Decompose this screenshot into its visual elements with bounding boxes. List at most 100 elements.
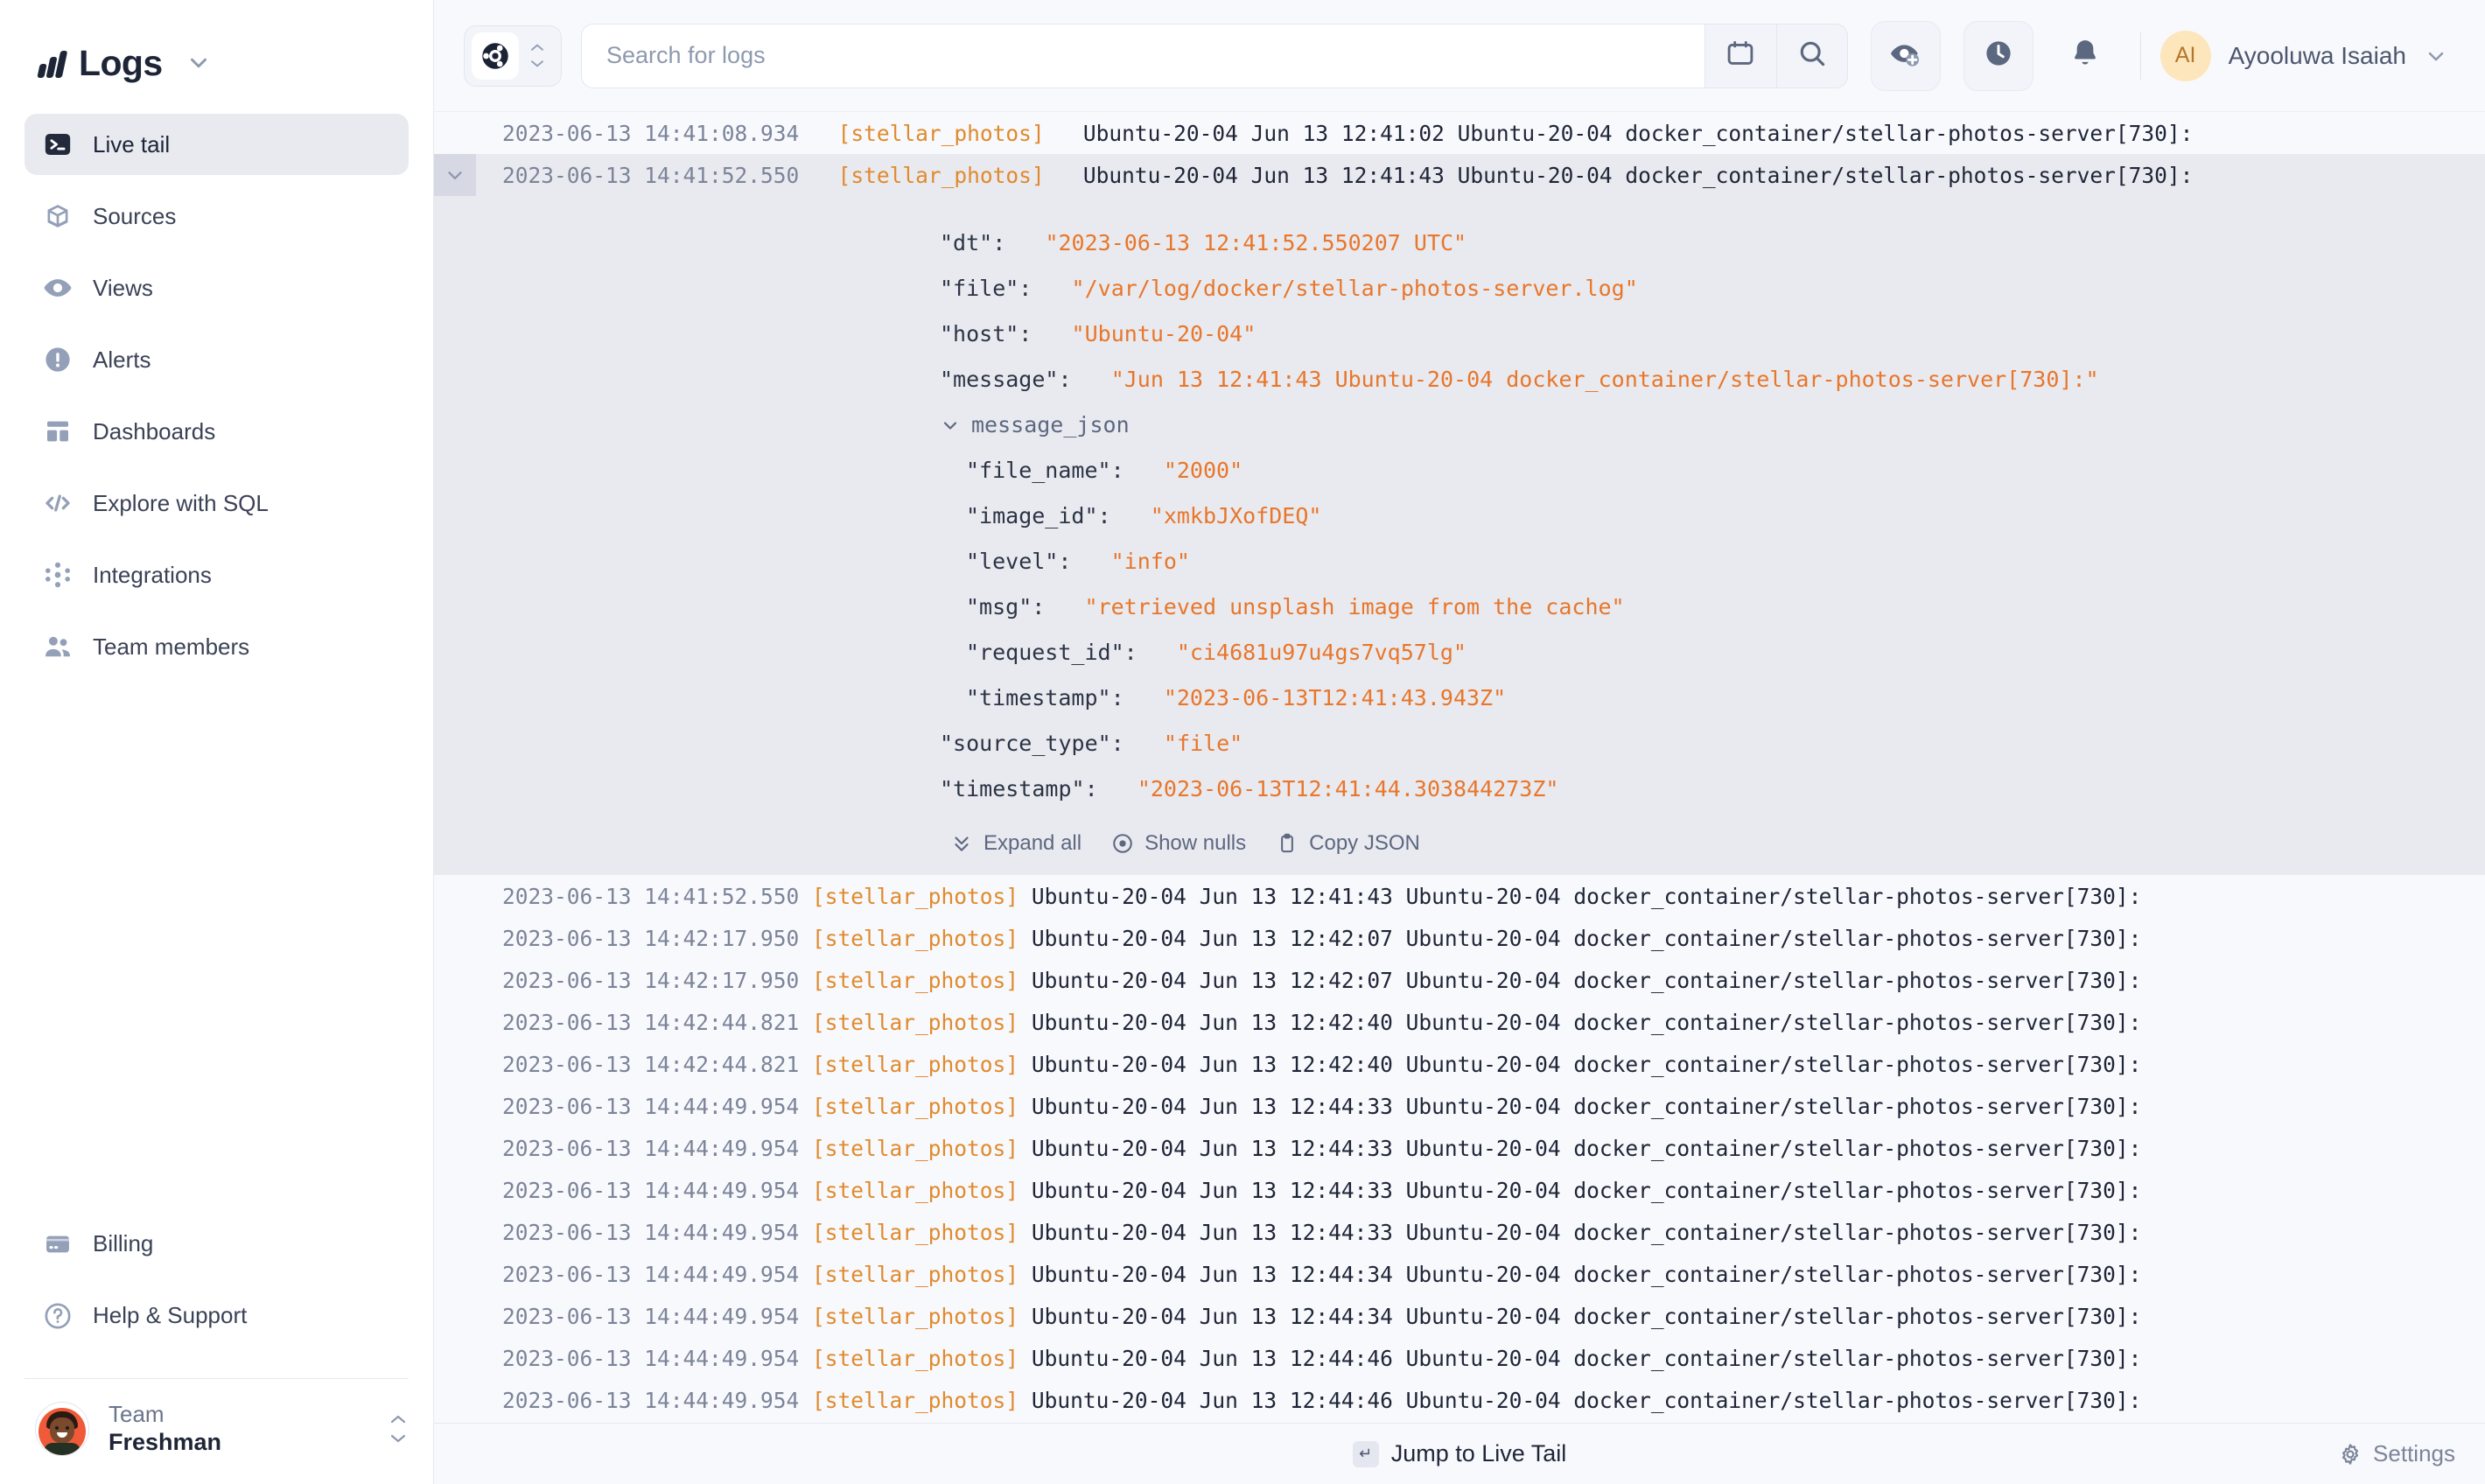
log-row[interactable]: 2023-06-13 14:42:44.821 [stellar_photos]… xyxy=(434,1001,2485,1043)
log-message: Ubuntu-20-04 Jun 13 12:42:07 Ubuntu-20-0… xyxy=(1032,968,2142,993)
log-row[interactable]: 2023-06-13 14:44:49.954 [stellar_photos]… xyxy=(434,1253,2485,1295)
eye-icon xyxy=(42,272,74,304)
user-menu[interactable]: AI Ayooluwa Isaiah xyxy=(2160,31,2455,81)
log-source: [stellar_photos] xyxy=(812,1304,1018,1329)
field-key: "level": xyxy=(966,549,1071,574)
users-icon xyxy=(42,631,74,662)
sidebar-item-sources[interactable]: Sources xyxy=(24,186,409,247)
chevron-up-down-icon[interactable] xyxy=(524,43,550,68)
log-message: Ubuntu-20-04 Jun 13 12:41:02 Ubuntu-20-0… xyxy=(1083,121,2194,146)
log-row[interactable]: 2023-06-13 14:44:49.954 [stellar_photos]… xyxy=(434,1127,2485,1169)
team-switcher[interactable]: Team Freshman xyxy=(0,1379,433,1484)
sidebar-item-label: Billing xyxy=(93,1230,153,1257)
notifications-button[interactable] xyxy=(2053,24,2118,88)
field-key: "source_type": xyxy=(940,731,1124,756)
field-key: "file": xyxy=(940,276,1032,301)
search-input[interactable] xyxy=(606,42,1680,69)
chevron-down-icon[interactable] xyxy=(2424,44,2448,68)
sidebar-item-label: Explore with SQL xyxy=(93,490,269,517)
log-message: Ubuntu-20-04 Jun 13 12:42:07 Ubuntu-20-0… xyxy=(1032,926,2142,951)
chevron-up-down-icon[interactable] xyxy=(388,1414,409,1444)
log-source: [stellar_photos] xyxy=(812,968,1018,993)
log-timestamp: 2023-06-13 14:44:49.954 xyxy=(502,1262,799,1287)
message-json-toggle[interactable]: message_json xyxy=(434,402,2485,448)
sidebar-item-live-tail[interactable]: Live tail xyxy=(24,114,409,175)
log-source: [stellar_photos] xyxy=(812,1010,1018,1035)
expanded-row-header[interactable]: 2023-06-13 14:41:52.550 [stellar_photos]… xyxy=(434,154,2485,196)
field-key: "image_id": xyxy=(966,503,1111,528)
enter-key-icon: ↵ xyxy=(1353,1441,1379,1467)
log-field: "dt": "2023-06-13 12:41:52.550207 UTC" xyxy=(434,220,2485,266)
user-name: Ayooluwa Isaiah xyxy=(2229,42,2406,70)
log-row[interactable]: 2023-06-13 14:42:17.950 [stellar_photos]… xyxy=(434,917,2485,959)
chevron-down-icon[interactable] xyxy=(434,154,476,196)
sidebar-item-help-support[interactable]: Help & Support xyxy=(24,1285,409,1347)
question-circle-icon xyxy=(42,1300,74,1332)
search-button[interactable] xyxy=(1776,24,1848,88)
sidebar-item-label: Sources xyxy=(93,203,176,230)
log-list[interactable]: 2023-06-13 14:41:08.934 [stellar_photos]… xyxy=(434,112,2485,1423)
log-timestamp: 2023-06-13 14:42:44.821 xyxy=(502,1052,799,1077)
source-selector[interactable] xyxy=(464,25,562,87)
log-row[interactable]: 2023-06-13 14:42:17.950 [stellar_photos]… xyxy=(434,959,2485,1001)
sidebar-item-dashboards[interactable]: Dashboards xyxy=(24,401,409,462)
field-key: "dt": xyxy=(940,230,1005,256)
copy-json-button[interactable]: Copy JSON xyxy=(1276,831,1420,856)
log-timestamp: 2023-06-13 14:41:52.550 xyxy=(502,884,799,909)
log-source: [stellar_photos] xyxy=(812,1052,1018,1077)
sidebar-item-views[interactable]: Views xyxy=(24,257,409,318)
log-row[interactable]: 2023-06-13 14:44:49.954 [stellar_photos]… xyxy=(434,1085,2485,1127)
sidebar-item-explore-with-sql[interactable]: Explore with SQL xyxy=(24,472,409,534)
sidebar-item-integrations[interactable]: Integrations xyxy=(24,544,409,606)
search-area xyxy=(581,24,1848,88)
log-field: "timestamp": "2023-06-13T12:41:43.943Z" xyxy=(434,676,2485,721)
sidebar-item-team-members[interactable]: Team members xyxy=(24,616,409,677)
action-label: Expand all xyxy=(984,831,1082,856)
topbar: AI Ayooluwa Isaiah xyxy=(434,0,2485,112)
settings-button[interactable]: Settings xyxy=(2338,1440,2455,1467)
code-icon xyxy=(42,487,74,519)
log-source: [stellar_photos] xyxy=(812,1094,1018,1119)
log-timestamp: 2023-06-13 14:44:49.954 xyxy=(502,1220,799,1245)
field-value: "info" xyxy=(1111,549,1190,574)
log-timestamp: 2023-06-13 14:42:17.950 xyxy=(502,968,799,993)
log-row-expanded[interactable]: 2023-06-13 14:41:52.550 [stellar_photos]… xyxy=(434,154,2485,875)
show-nulls-button[interactable]: Show nulls xyxy=(1111,831,1246,856)
log-row[interactable]: 2023-06-13 14:44:49.954 [stellar_photos]… xyxy=(434,1379,2485,1421)
calendar-icon xyxy=(1725,38,1756,74)
add-view-button[interactable] xyxy=(1871,21,1941,91)
chevron-down-icon[interactable] xyxy=(186,50,212,76)
log-row[interactable]: 2023-06-13 14:42:44.821 [stellar_photos]… xyxy=(434,1043,2485,1085)
log-row[interactable]: 2023-06-13 14:44:49.954 [stellar_photos]… xyxy=(434,1295,2485,1337)
log-field: "source_type": "file" xyxy=(434,721,2485,766)
calendar-button[interactable] xyxy=(1704,24,1776,88)
log-row[interactable]: 2023-06-13 14:41:52.550 [stellar_photos]… xyxy=(434,875,2485,917)
field-key: "timestamp": xyxy=(966,685,1124,710)
gear-icon xyxy=(2338,1442,2362,1466)
log-field: "timestamp": "2023-06-13T12:41:44.303844… xyxy=(434,766,2485,812)
log-message: Ubuntu-20-04 Jun 13 12:44:34 Ubuntu-20-0… xyxy=(1032,1262,2142,1287)
history-button[interactable] xyxy=(1964,21,2034,91)
sidebar-item-alerts[interactable]: Alerts xyxy=(24,329,409,390)
log-source: [stellar_photos] xyxy=(812,1220,1018,1245)
sidebar-item-label: Alerts xyxy=(93,346,150,374)
terminal-icon xyxy=(42,129,74,160)
sidebar-item-billing[interactable]: Billing xyxy=(24,1214,409,1275)
jump-to-live-tail-button[interactable]: ↵ Jump to Live Tail xyxy=(1353,1440,1567,1467)
settings-label: Settings xyxy=(2373,1440,2455,1467)
primary-nav: Live tail Sources Views Alerts xyxy=(0,94,433,688)
brand-header[interactable]: Logs xyxy=(0,0,433,94)
log-row[interactable]: 2023-06-13 14:44:49.954 [stellar_photos]… xyxy=(434,1337,2485,1379)
log-field: "host": "Ubuntu-20-04" xyxy=(434,312,2485,357)
jump-label: Jump to Live Tail xyxy=(1391,1440,1567,1467)
log-message: Ubuntu-20-04 Jun 13 12:44:33 Ubuntu-20-0… xyxy=(1032,1178,2142,1203)
log-row[interactable]: 2023-06-13 14:41:08.934 [stellar_photos]… xyxy=(434,112,2485,154)
log-source: [stellar_photos] xyxy=(812,1178,1018,1203)
chevron-down-icon xyxy=(940,415,961,436)
expand-all-button[interactable]: Expand all xyxy=(950,831,1082,856)
log-message: Ubuntu-20-04 Jun 13 12:41:43 Ubuntu-20-0… xyxy=(1083,163,2194,188)
search-box[interactable] xyxy=(581,24,1704,88)
log-row[interactable]: 2023-06-13 14:44:49.954 [stellar_photos]… xyxy=(434,1211,2485,1253)
expanded-row-actions: Expand all Show nulls Copy xyxy=(434,812,2485,863)
log-row[interactable]: 2023-06-13 14:44:49.954 [stellar_photos]… xyxy=(434,1169,2485,1211)
